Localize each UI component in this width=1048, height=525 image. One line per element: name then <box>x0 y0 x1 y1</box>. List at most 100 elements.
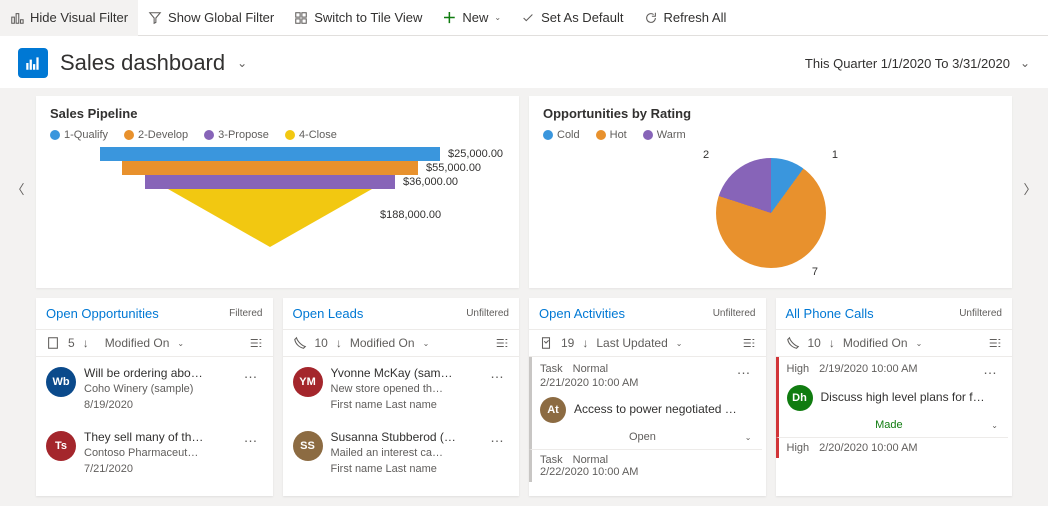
clipboard-icon[interactable] <box>539 336 553 350</box>
chevron-down-icon[interactable]: ⌄ <box>991 421 998 430</box>
activity-item[interactable]: TaskNormal 2/22/2020 10:00 AM <box>529 449 762 482</box>
pie-chart: 1 7 2 <box>543 147 998 278</box>
more-icon[interactable]: … <box>737 361 752 377</box>
list-item[interactable]: Nancy Anderson (sa… <box>283 485 516 496</box>
date-range: This Quarter 1/1/2020 To 3/31/2020 <box>805 56 1010 71</box>
plus-icon: ＋ <box>442 8 456 28</box>
chevron-down-icon[interactable]: ⌄ <box>916 339 923 348</box>
filter-state: Unfiltered <box>959 308 1002 319</box>
filter-state: Filtered <box>229 308 262 319</box>
call-item[interactable]: High2/19/2020 10:00 AM … Dh Discuss high… <box>776 357 1009 437</box>
scroll[interactable]: YM Yvonne McKay (sam… New store opened t… <box>283 357 520 496</box>
chevron-down-icon[interactable]: ⌄ <box>676 339 683 348</box>
title-chevron-icon[interactable]: ⌄ <box>237 56 247 70</box>
show-global-filter-button[interactable]: Show Global Filter <box>138 0 284 36</box>
card-title[interactable]: Open Activities <box>539 306 625 321</box>
more-icon[interactable]: … <box>983 361 998 377</box>
funnel-legend: 1-Qualify 2-Develop 3-Propose 4-Close <box>50 129 505 141</box>
open-opportunities-card: Open Opportunities Filtered 5 ↓ Modified… <box>36 298 273 496</box>
status[interactable]: Made <box>875 419 903 431</box>
more-icon[interactable]: … <box>244 429 259 445</box>
scroll[interactable]: Wb Will be ordering abo… Coho Winery (sa… <box>36 357 273 496</box>
list-options-icon[interactable] <box>742 336 756 350</box>
funnel-chart: $25,000.00 $55,000.00 $36,000.00 $188,00… <box>50 147 505 278</box>
sort-field[interactable]: Modified On <box>350 336 415 350</box>
more-icon[interactable]: … <box>490 365 505 381</box>
card-title[interactable]: Open Opportunities <box>46 306 159 321</box>
count: 10 <box>808 336 821 350</box>
sort-field[interactable]: Modified On <box>105 336 170 350</box>
avatar: At <box>540 397 566 423</box>
card-title[interactable]: All Phone Calls <box>786 306 874 321</box>
avatar: Ts <box>46 431 76 461</box>
avatar: YM <box>293 367 323 397</box>
more-icon[interactable]: … <box>490 429 505 445</box>
refresh-all-button[interactable]: Refresh All <box>634 0 737 36</box>
avatar: Dh <box>787 385 813 411</box>
chevron-down-icon[interactable]: ⌄ <box>177 339 184 348</box>
chevron-down-icon[interactable]: ⌄ <box>423 339 430 348</box>
switch-tile-view-label: Switch to Tile View <box>314 10 422 25</box>
count: 10 <box>315 336 328 350</box>
sort-field[interactable]: Modified On <box>843 336 908 350</box>
list-options-icon[interactable] <box>249 336 263 350</box>
prev-arrow[interactable]: 〈 <box>8 173 28 203</box>
set-default-button[interactable]: Set As Default <box>511 0 633 36</box>
list-item[interactable]: Wb Will be ordering abo… Coho Winery (sa… <box>36 357 269 421</box>
card-title[interactable]: Open Leads <box>293 306 364 321</box>
set-default-label: Set As Default <box>541 10 623 25</box>
record-icon[interactable] <box>46 336 60 350</box>
scroll[interactable]: TaskNormal … 2/21/2020 10:00 AM At Acces… <box>529 357 766 496</box>
list-options-icon[interactable] <box>988 336 1002 350</box>
show-global-filter-label: Show Global Filter <box>168 10 274 25</box>
toolbar: Hide Visual Filter Show Global Filter Sw… <box>0 0 1048 36</box>
cards-row: Open Opportunities Filtered 5 ↓ Modified… <box>0 288 1048 506</box>
range-chevron-icon[interactable]: ⌄ <box>1020 56 1030 70</box>
refresh-icon <box>644 11 658 25</box>
filter-state: Unfiltered <box>466 308 509 319</box>
charts-area: 〈 〉 Sales Pipeline 1-Qualify 2-Develop 3… <box>0 88 1048 288</box>
avatar: Wb <box>46 367 76 397</box>
phone-icon[interactable] <box>293 336 307 350</box>
sort-field[interactable]: Last Updated <box>596 336 667 350</box>
more-icon[interactable]: … <box>244 365 259 381</box>
switch-tile-view-button[interactable]: Switch to Tile View <box>284 0 432 36</box>
sort-arrow-icon[interactable]: ↓ <box>829 336 835 350</box>
count: 19 <box>561 336 574 350</box>
list-item[interactable]: Very likely will order … <box>36 485 269 496</box>
chart-title: Opportunities by Rating <box>543 106 998 121</box>
call-item[interactable]: High2/20/2020 10:00 AM <box>776 437 1009 458</box>
sort-arrow-icon[interactable]: ↓ <box>582 336 588 350</box>
sort-arrow-icon[interactable]: ↓ <box>83 336 89 350</box>
new-button[interactable]: ＋ New ⌄ <box>432 0 511 36</box>
sales-pipeline-card[interactable]: Sales Pipeline 1-Qualify 2-Develop 3-Pro… <box>36 96 519 288</box>
check-icon <box>521 11 535 25</box>
phone-icon[interactable] <box>786 336 800 350</box>
chevron-down-icon[interactable]: ⌄ <box>745 433 752 442</box>
tile-icon <box>294 11 308 25</box>
chart-icon <box>10 11 24 25</box>
open-leads-card: Open Leads Unfiltered 10 ↓ Modified On ⌄… <box>283 298 520 496</box>
avatar: SS <box>293 431 323 461</box>
list-options-icon[interactable] <box>495 336 509 350</box>
all-phone-calls-card: All Phone Calls Unfiltered 10 ↓ Modified… <box>776 298 1013 496</box>
header: Sales dashboard ⌄ This Quarter 1/1/2020 … <box>0 36 1048 88</box>
activity-item[interactable]: TaskNormal … 2/21/2020 10:00 AM At Acces… <box>529 357 762 449</box>
next-arrow[interactable]: 〉 <box>1020 173 1040 203</box>
scroll[interactable]: High2/19/2020 10:00 AM … Dh Discuss high… <box>776 357 1013 496</box>
chart-title: Sales Pipeline <box>50 106 505 121</box>
new-label: New <box>462 10 488 25</box>
status[interactable]: Open <box>629 431 656 443</box>
opportunities-rating-card[interactable]: Opportunities by Rating Cold Hot Warm 1 … <box>529 96 1012 288</box>
pie-legend: Cold Hot Warm <box>543 129 998 141</box>
refresh-all-label: Refresh All <box>664 10 727 25</box>
filter-state: Unfiltered <box>713 308 756 319</box>
list-item[interactable]: YM Yvonne McKay (sam… New store opened t… <box>283 357 516 421</box>
list-item[interactable]: SS Susanna Stubberod (… Mailed an intere… <box>283 421 516 485</box>
funnel-icon <box>148 11 162 25</box>
dashboard-icon <box>18 48 48 78</box>
list-item[interactable]: Ts They sell many of th… Contoso Pharmac… <box>36 421 269 485</box>
chevron-down-icon: ⌄ <box>494 13 501 22</box>
hide-visual-filter-button[interactable]: Hide Visual Filter <box>0 0 138 36</box>
sort-arrow-icon[interactable]: ↓ <box>336 336 342 350</box>
